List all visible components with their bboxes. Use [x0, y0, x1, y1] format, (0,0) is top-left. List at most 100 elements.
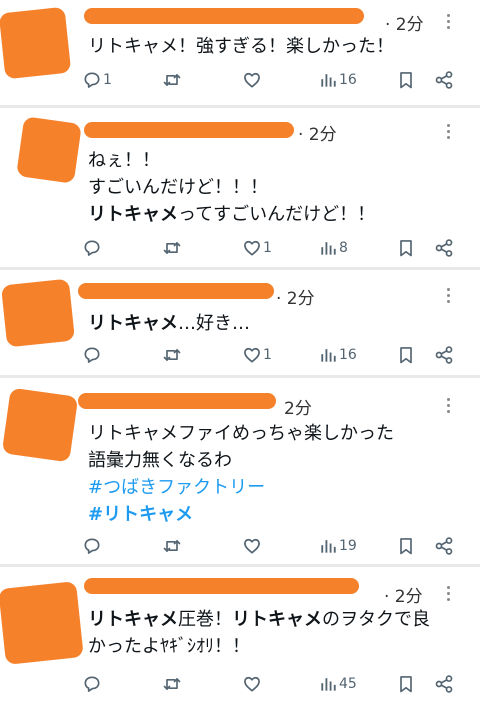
- views-icon: [318, 238, 338, 258]
- avatar[interactable]: [0, 6, 72, 80]
- replie-count: 1: [103, 72, 112, 88]
- view-count: 19: [339, 538, 357, 554]
- like-button[interactable]: 1: [242, 343, 272, 367]
- bookmark-button[interactable]: [396, 68, 416, 92]
- like-count: 1: [263, 240, 272, 256]
- more-icon[interactable]: [446, 14, 452, 32]
- views-button[interactable]: 8: [318, 236, 348, 260]
- like-count: 1: [263, 347, 272, 363]
- more-icon[interactable]: [446, 288, 452, 306]
- like-button[interactable]: [242, 534, 263, 558]
- avatar[interactable]: [0, 581, 84, 665]
- views-button[interactable]: 45: [318, 672, 357, 696]
- tweet-actions: 18: [82, 236, 462, 260]
- tweet-actions: 19: [82, 534, 462, 558]
- bookmark-button[interactable]: [396, 672, 416, 696]
- text-segment: かったよﾔｷﾞｼｵﾘ！！: [88, 636, 250, 657]
- text-segment: リトキャメ: [88, 609, 178, 630]
- reply-icon: [82, 70, 102, 90]
- tweet-text: ねぇ！！ すごいんだけど！！！ リトキャメってすごいんだけど！！: [88, 147, 375, 228]
- text-segment: リトキャメファイめっちゃ楽しかった: [88, 423, 394, 444]
- retweet-button[interactable]: [162, 68, 183, 92]
- tweet-text-line: リトキャメ…好き…: [88, 310, 250, 337]
- reply-button[interactable]: [82, 672, 103, 696]
- view-count: 8: [339, 240, 348, 256]
- bookmark-icon: [396, 674, 416, 694]
- share-icon: [434, 70, 454, 90]
- reply-icon: [82, 536, 102, 556]
- views-button[interactable]: 19: [318, 534, 357, 558]
- retweet-button[interactable]: [162, 343, 183, 367]
- bookmark-button[interactable]: [396, 236, 416, 260]
- author-name-redacted[interactable]: [84, 8, 364, 24]
- author-name-redacted[interactable]: [84, 578, 359, 594]
- reply-button[interactable]: [82, 236, 103, 260]
- retweet-icon: [162, 238, 182, 258]
- reply-icon: [82, 674, 102, 694]
- text-segment: すごいんだけど！！！: [88, 177, 268, 198]
- avatar[interactable]: [1, 387, 79, 463]
- timestamp[interactable]: · 2分: [385, 10, 424, 35]
- retweet-button[interactable]: [162, 534, 183, 558]
- views-icon: [318, 674, 338, 694]
- tweet-actions: 1 16: [82, 343, 462, 367]
- author-name-redacted[interactable]: [84, 122, 294, 138]
- tweet-text-line: リトキャメ圧巻！リトキャメのヲタクで良: [88, 606, 430, 633]
- timestamp[interactable]: · 2分: [276, 284, 315, 309]
- tweet-text-line: リトキャメってすごいんだけど！！: [88, 201, 375, 228]
- like-button[interactable]: [242, 68, 263, 92]
- share-icon: [434, 674, 454, 694]
- retweet-button[interactable]: [162, 672, 183, 696]
- retweet-button[interactable]: [162, 236, 183, 260]
- text-segment: のヲタクで良: [322, 609, 430, 630]
- share-button[interactable]: [434, 236, 454, 260]
- share-button[interactable]: [434, 343, 454, 367]
- text-segment: 語彙力無くなるわ: [88, 450, 232, 471]
- reply-button[interactable]: 1: [82, 68, 112, 92]
- heart-icon: [242, 70, 262, 90]
- timestamp[interactable]: · 2分: [298, 120, 337, 145]
- views-icon: [318, 536, 338, 556]
- tweet-text-line: 語彙力無くなるわ: [88, 447, 394, 474]
- avatar[interactable]: [16, 116, 82, 184]
- author-name-redacted[interactable]: [78, 283, 274, 299]
- bookmark-button[interactable]: [396, 343, 416, 367]
- text-segment: リトキャメ！強すぎる！楽しかった！: [88, 36, 394, 57]
- timeline-feed: · 2分 リトキャメ！強すぎる！楽しかった！ 1 16 · 2分 ねぇ！！ すごいんだけど！…: [0, 0, 480, 705]
- heart-icon: [242, 536, 262, 556]
- view-count: 45: [339, 676, 357, 692]
- hashtag-link[interactable]: #つばきファクトリー: [88, 477, 265, 498]
- tweet-text-line: かったよﾔｷﾞｼｵﾘ！！: [88, 633, 430, 660]
- tweet-text-line: リトキャメ！強すぎる！楽しかった！: [88, 33, 394, 60]
- heart-icon: [242, 238, 262, 258]
- view-count: 16: [339, 72, 357, 88]
- more-icon[interactable]: [446, 398, 452, 416]
- avatar[interactable]: [0, 278, 76, 348]
- timestamp[interactable]: 2分: [284, 394, 312, 419]
- timestamp[interactable]: · 2分: [384, 582, 423, 607]
- tweet-text: リトキャメファイめっちゃ楽しかった 語彙力無くなるわ #つばきファクトリー #リトキャ…: [88, 420, 394, 528]
- text-segment: ねぇ！！: [88, 150, 160, 171]
- reply-button[interactable]: [82, 343, 103, 367]
- bookmark-button[interactable]: [396, 534, 416, 558]
- reply-button[interactable]: [82, 534, 103, 558]
- author-name-redacted[interactable]: [78, 393, 276, 409]
- views-button[interactable]: 16: [318, 343, 357, 367]
- views-icon: [318, 345, 338, 365]
- retweet-icon: [162, 536, 182, 556]
- heart-icon: [242, 345, 262, 365]
- tweet-actions: 1 16: [82, 68, 462, 92]
- more-icon[interactable]: [446, 124, 452, 142]
- views-button[interactable]: 16: [318, 68, 357, 92]
- share-button[interactable]: [434, 672, 454, 696]
- like-button[interactable]: 1: [242, 236, 272, 260]
- bookmark-icon: [396, 345, 416, 365]
- retweet-icon: [162, 345, 182, 365]
- share-button[interactable]: [434, 534, 454, 558]
- share-icon: [434, 238, 454, 258]
- share-button[interactable]: [434, 68, 454, 92]
- tweet-text-line: リトキャメファイめっちゃ楽しかった: [88, 420, 394, 447]
- hashtag-link[interactable]: #リトキャメ: [88, 504, 193, 525]
- more-icon[interactable]: [446, 586, 452, 604]
- like-button[interactable]: [242, 672, 263, 696]
